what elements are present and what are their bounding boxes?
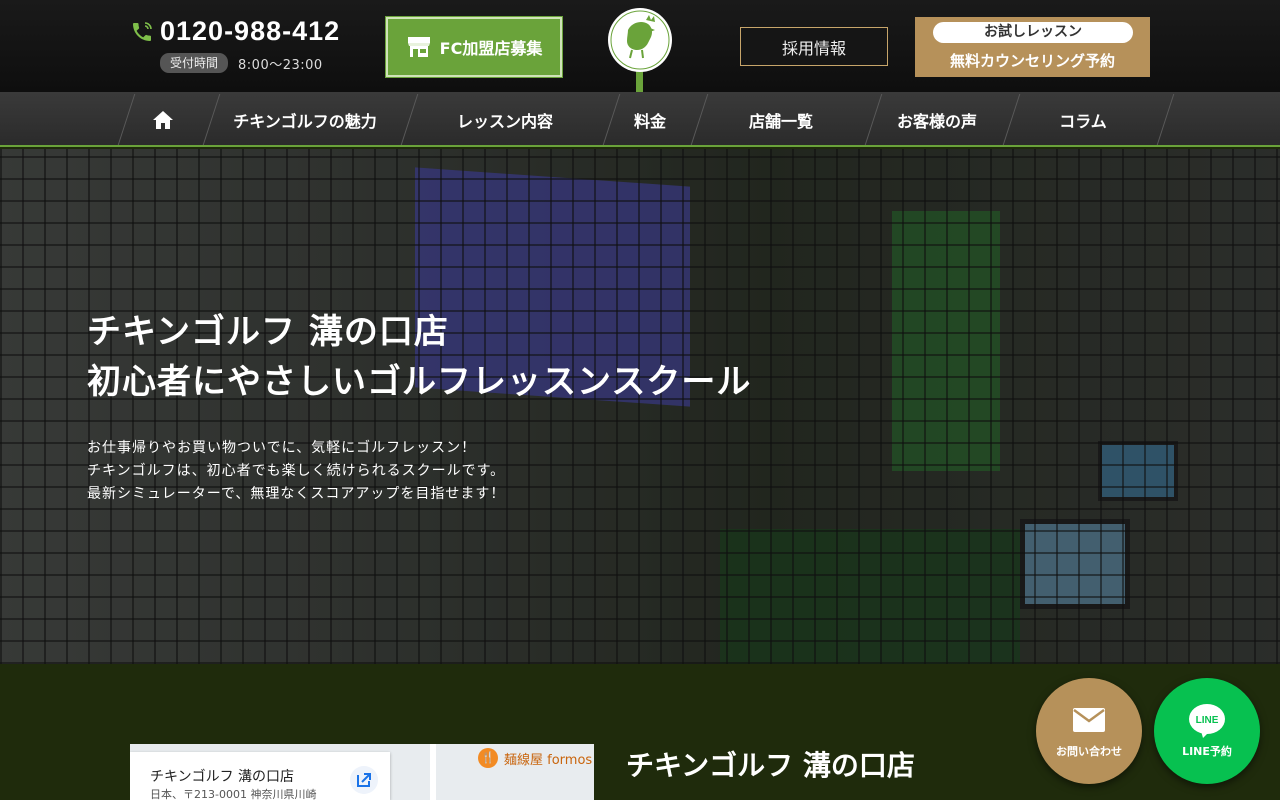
- hero-title: チキンゴルフ 溝の口店 初心者にやさしいゴルフレッスンスクール: [87, 307, 751, 407]
- hero-description: お仕事帰りやお買い物ついでに、気軽にゴルフレッスン！ チキンゴルフは、初心者でも…: [87, 437, 505, 506]
- hours-value: 8:00～23:00: [238, 57, 323, 73]
- map-road: [430, 744, 436, 800]
- map-info-card: チキンゴルフ 溝の口店 日本、〒213-0001 神奈川県川崎: [130, 752, 390, 800]
- hero-title-line: 初心者にやさしいゴルフレッスンスクール: [87, 362, 752, 402]
- nav-item-appeal[interactable]: チキンゴルフの魅力: [206, 92, 419, 147]
- open-external-icon[interactable]: [350, 766, 378, 794]
- recruit-button[interactable]: 採用情報: [740, 27, 888, 66]
- site-header: 0120-988-412 受付時間 8:00～23:00 FC加盟店募集 採用情…: [0, 0, 1280, 92]
- line-booking-fab[interactable]: LINE LINE予約: [1154, 678, 1260, 784]
- nav-item-label: コラム: [1059, 111, 1107, 131]
- business-hours: 受付時間 8:00～23:00: [160, 53, 323, 73]
- fc-recruit-button[interactable]: FC加盟店募集: [385, 16, 563, 78]
- phone-contact[interactable]: 0120-988-412: [130, 16, 340, 47]
- hours-label: 受付時間: [160, 53, 229, 73]
- store-title: チキンゴルフ 溝の口店: [626, 749, 915, 782]
- nav-item-column[interactable]: コラム: [1006, 92, 1175, 147]
- line-icon-text: LINE: [1196, 715, 1219, 726]
- nav-item-stores[interactable]: 店舗一覧: [694, 92, 883, 147]
- fc-button-label: FC加盟店募集: [439, 39, 543, 58]
- nav-item-label: 店舗一覧: [748, 111, 813, 131]
- nav-item-label: レッスン内容: [456, 111, 553, 131]
- map-poi-label: 麺線屋 formos: [504, 752, 593, 768]
- hero-text-line: チキンゴルフは、初心者でも楽しく続けられるスクールです。: [87, 463, 506, 479]
- chicken-golf-logo[interactable]: [606, 6, 674, 94]
- nav-separator: [1156, 94, 1175, 145]
- nav-item-label: 料金: [633, 111, 666, 131]
- nav-item-voices[interactable]: お客様の声: [868, 92, 1021, 147]
- shop-icon: [407, 37, 430, 57]
- trial-main-label: 無料カウンセリング予約: [949, 52, 1115, 70]
- nav-item-label: チキンゴルフの魅力: [233, 111, 377, 131]
- hero-text-line: 最新シミュレーターで、無理なくスコアアップを目指せます！: [87, 486, 506, 502]
- phone-icon: [133, 21, 152, 41]
- nav-item-label: お客様の声: [896, 111, 977, 131]
- mail-icon: [1073, 708, 1105, 732]
- hero-section: チキンゴルフ 溝の口店 初心者にやさしいゴルフレッスンスクール お仕事帰りやお買…: [0, 149, 1280, 664]
- main-nav: チキンゴルフの魅力 レッスン内容 料金 店舗一覧 お客様の声 コラム: [0, 92, 1280, 147]
- nav-item-price[interactable]: 料金: [606, 92, 709, 147]
- nav-item-lesson[interactable]: レッスン内容: [404, 92, 621, 147]
- hero-title-line: チキンゴルフ 溝の口店: [87, 312, 449, 352]
- trial-pill-label: お試しレッスン: [933, 22, 1133, 43]
- map-card-title: チキンゴルフ 溝の口店: [150, 769, 295, 785]
- map-card-address: 日本、〒213-0001 神奈川県川崎: [150, 788, 317, 800]
- contact-fab-label: お問い合わせ: [1056, 745, 1122, 758]
- phone-number[interactable]: 0120-988-412: [160, 16, 340, 47]
- nav-items: チキンゴルフの魅力 レッスン内容 料金 店舗一覧 お客様の声 コラム: [120, 92, 1175, 147]
- map-poi[interactable]: 🍴 麺線屋 formos: [478, 748, 592, 768]
- hero-text-line: お仕事帰りやお買い物ついでに、気軽にゴルフレッスン！: [87, 440, 477, 456]
- restaurant-icon: 🍴: [478, 748, 498, 768]
- home-icon: [153, 110, 173, 129]
- trial-lesson-button[interactable]: お試しレッスン 無料カウンセリング予約: [915, 17, 1150, 77]
- line-icon: LINE: [1189, 704, 1225, 738]
- contact-fab[interactable]: お問い合わせ: [1036, 678, 1142, 784]
- store-map[interactable]: 🍴 麺線屋 formos チキンゴルフ 溝の口店 日本、〒213-0001 神奈…: [130, 744, 594, 800]
- line-fab-label: LINE予約: [1182, 745, 1232, 758]
